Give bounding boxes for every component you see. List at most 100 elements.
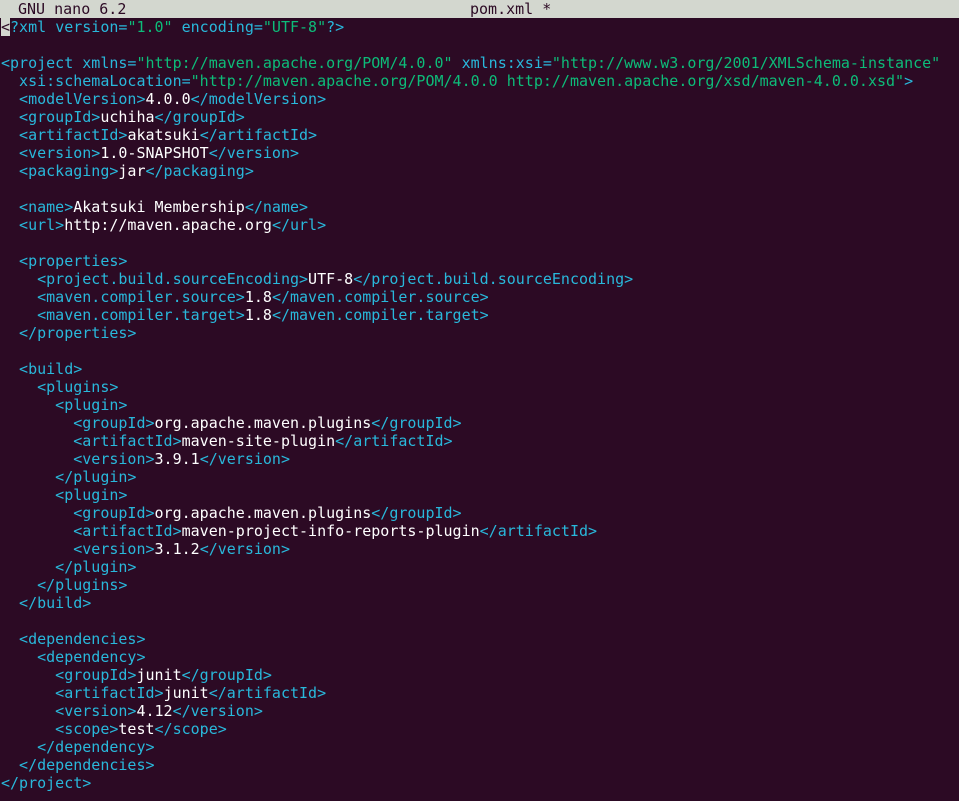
code-token: maven-project-info-reports-plugin xyxy=(181,522,480,540)
editor-line[interactable]: </build> xyxy=(1,594,959,612)
code-token: uchiha xyxy=(100,108,155,126)
code-token: <packaging> xyxy=(1,162,119,180)
code-token: version= xyxy=(55,18,128,36)
code-token: test xyxy=(118,720,155,738)
code-token: </artifactId> xyxy=(199,126,318,144)
code-token: </packaging> xyxy=(145,162,254,180)
editor-line[interactable]: <artifactId>maven-site-plugin</artifactI… xyxy=(1,432,959,450)
code-token: </version> xyxy=(199,540,290,558)
code-token: </version> xyxy=(172,702,263,720)
terminal-window: GNU nano 6.2 pom.xml * <?xml version="1.… xyxy=(0,0,959,801)
editor-line[interactable] xyxy=(1,36,959,54)
editor-line[interactable]: <dependencies> xyxy=(1,630,959,648)
editor-line[interactable] xyxy=(1,180,959,198)
code-token: </name> xyxy=(244,198,309,216)
code-token: </version> xyxy=(208,144,300,162)
code-token: 4.0.0 xyxy=(145,90,191,108)
code-token: </maven.compiler.target> xyxy=(271,306,489,324)
code-token: UTF-8 xyxy=(308,270,354,288)
code-token: </plugins> xyxy=(1,576,128,594)
code-token: <version> xyxy=(1,144,101,162)
code-token: maven-site-plugin xyxy=(181,432,336,450)
editor-line[interactable]: <modelVersion>4.0.0</modelVersion> xyxy=(1,90,959,108)
code-token: <maven.compiler.source> xyxy=(1,288,245,306)
nano-title-bar: GNU nano 6.2 pom.xml * xyxy=(0,0,959,18)
editor-line[interactable]: <dependency> xyxy=(1,648,959,666)
code-token: </dependency> xyxy=(1,738,155,756)
editor-line[interactable]: </plugin> xyxy=(1,468,959,486)
editor-line[interactable]: </project> xyxy=(1,774,959,792)
editor-line[interactable]: <properties> xyxy=(1,252,959,270)
editor-line[interactable]: <packaging>jar</packaging> xyxy=(1,162,959,180)
editor-line[interactable]: <plugin> xyxy=(1,486,959,504)
code-token: 3.9.1 xyxy=(154,450,200,468)
code-token: </artifactId> xyxy=(208,684,327,702)
editor-line[interactable]: <artifactId>junit</artifactId> xyxy=(1,684,959,702)
code-token: <groupId> xyxy=(1,414,155,432)
editor-line[interactable]: <project.build.sourceEncoding>UTF-8</pro… xyxy=(1,270,959,288)
editor-line[interactable]: <project xmlns="http://maven.apache.org/… xyxy=(1,54,959,72)
editor-line[interactable] xyxy=(1,234,959,252)
editor-line[interactable]: <groupId>junit</groupId> xyxy=(1,666,959,684)
code-token: <artifactId> xyxy=(1,522,182,540)
code-token: </url> xyxy=(271,216,327,234)
code-token: </project> xyxy=(1,774,92,792)
code-token: </artifactId> xyxy=(479,522,598,540)
editor-line[interactable]: </properties> xyxy=(1,324,959,342)
code-token: <modelVersion> xyxy=(1,90,146,108)
code-token: <build> xyxy=(1,360,83,378)
editor-line[interactable]: <version>3.1.2</version> xyxy=(1,540,959,558)
editor-line[interactable]: </dependencies> xyxy=(1,756,959,774)
code-token: </artifactId> xyxy=(335,432,453,450)
text-editor-area[interactable]: <?xml version="1.0" encoding="UTF-8"?> <p… xyxy=(1,18,959,792)
editor-line[interactable]: <build> xyxy=(1,360,959,378)
editor-line[interactable]: </plugin> xyxy=(1,558,959,576)
code-token: encoding= xyxy=(172,18,263,36)
editor-line[interactable]: <version>3.9.1</version> xyxy=(1,450,959,468)
code-token: <plugin> xyxy=(1,486,128,504)
editor-line[interactable]: <artifactId>akatsuki</artifactId> xyxy=(1,126,959,144)
code-token: </groupId> xyxy=(154,108,245,126)
editor-line[interactable]: </plugins> xyxy=(1,576,959,594)
code-token: "http://maven.apache.org/POM/4.0.0 http:… xyxy=(190,72,905,90)
editor-line[interactable]: </dependency> xyxy=(1,738,959,756)
code-token: <artifactId> xyxy=(1,126,128,144)
editor-line[interactable]: <scope>test</scope> xyxy=(1,720,959,738)
code-token: </properties> xyxy=(1,324,137,342)
code-token: </dependencies> xyxy=(1,756,155,774)
editor-line[interactable]: <version>1.0-SNAPSHOT</version> xyxy=(1,144,959,162)
editor-line[interactable]: <?xml version="1.0" encoding="UTF-8"?> xyxy=(1,18,959,36)
editor-line[interactable]: <artifactId>maven-project-info-reports-p… xyxy=(1,522,959,540)
code-token: <version> xyxy=(1,702,137,720)
code-token: <artifactId> xyxy=(1,432,182,450)
editor-line[interactable]: <maven.compiler.target>1.8</maven.compil… xyxy=(1,306,959,324)
code-token: <project.build.sourceEncoding> xyxy=(1,270,309,288)
editor-line[interactable]: <groupId>uchiha</groupId> xyxy=(1,108,959,126)
code-token: </version> xyxy=(199,450,290,468)
code-token: <version> xyxy=(1,540,155,558)
code-token: junit xyxy=(163,684,209,702)
editor-line[interactable]: xsi:schemaLocation="http://maven.apache.… xyxy=(1,72,959,90)
code-token: org.apache.maven.plugins xyxy=(154,504,372,522)
editor-line[interactable]: <groupId>org.apache.maven.plugins</group… xyxy=(1,414,959,432)
editor-line[interactable]: <plugin> xyxy=(1,396,959,414)
code-token: 3.1.2 xyxy=(154,540,200,558)
code-token: Akatsuki Membership xyxy=(73,198,245,216)
editor-line[interactable] xyxy=(1,612,959,630)
code-token: <maven.compiler.target> xyxy=(1,306,245,324)
editor-line[interactable]: <version>4.12</version> xyxy=(1,702,959,720)
code-token: <scope> xyxy=(1,720,119,738)
code-token: <plugins> xyxy=(1,378,119,396)
editor-line[interactable]: <url>http://maven.apache.org</url> xyxy=(1,216,959,234)
code-token: <groupId> xyxy=(1,504,155,522)
code-token: akatsuki xyxy=(127,126,200,144)
editor-line[interactable] xyxy=(1,342,959,360)
editor-line[interactable]: <name>Akatsuki Membership</name> xyxy=(1,198,959,216)
editor-line[interactable]: <groupId>org.apache.maven.plugins</group… xyxy=(1,504,959,522)
code-token: xmlns= xyxy=(82,54,137,72)
code-token: <properties> xyxy=(1,252,128,270)
code-token: 1.0-SNAPSHOT xyxy=(100,144,209,162)
code-token: <groupId> xyxy=(1,108,101,126)
editor-line[interactable]: <maven.compiler.source>1.8</maven.compil… xyxy=(1,288,959,306)
editor-line[interactable]: <plugins> xyxy=(1,378,959,396)
